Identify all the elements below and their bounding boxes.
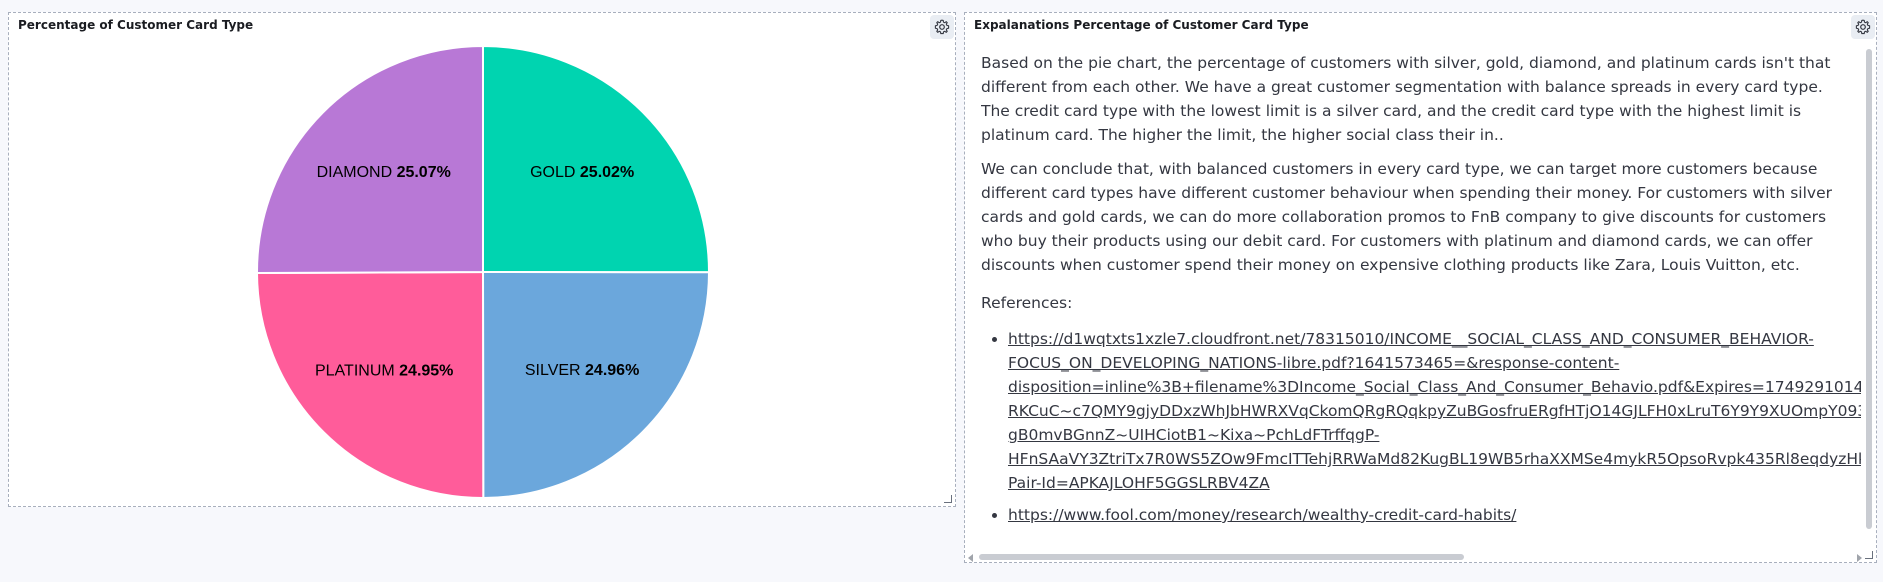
explanation-panel: Expalanations Percentage of Customer Car…: [964, 12, 1877, 563]
pie-label-percent: 25.07%: [397, 164, 451, 181]
reference-link-line: FOCUS_ON_DEVELOPING_NATIONS-libre.pdf?16…: [1008, 354, 1620, 372]
pie-chart: GOLD 25.02% SILVER 24.96% PLATINUM 24.95% D…: [255, 44, 711, 500]
pie-label-platinum: PLATINUM 24.95%: [315, 363, 453, 380]
pie-slice-platinum[interactable]: [255, 270, 485, 500]
pie-label-gold: GOLD 25.02%: [530, 164, 634, 181]
reference-link-line: https://d1wqtxts1xzle7.cloudfront.net/78…: [1008, 330, 1814, 348]
pie-chart-panel: Percentage of Customer Card Type GOLD 25…: [8, 12, 956, 507]
pie-label-name: PLATINUM: [315, 363, 399, 380]
reference-link-1[interactable]: https://d1wqtxts1xzle7.cloudfront.net/78…: [1008, 327, 1861, 495]
pie-label-percent: 25.02%: [580, 164, 634, 181]
horizontal-scrollbar[interactable]: [979, 554, 1464, 560]
reference-link-line: disposition=inline%3B+filename%3DIncome_…: [1008, 378, 1861, 396]
gear-icon: [1855, 19, 1871, 35]
pie-label-percent: 24.95%: [399, 363, 453, 380]
reference-link-line: RKCuC~c7QMY9gjyDDxzWhJbHWRXVqCkomQRgRQqk…: [1008, 402, 1861, 420]
pie-label-name: GOLD: [530, 164, 580, 181]
explanation-text: Based on the pie chart, the percentage o…: [981, 51, 1861, 546]
pie-label-silver: SILVER 24.96%: [525, 362, 639, 379]
references-heading: References:: [981, 294, 1073, 312]
reference-item-2: https://www.fool.com/money/research/weal…: [1008, 503, 1861, 527]
references-list: https://d1wqtxts1xzle7.cloudfront.net/78…: [981, 327, 1861, 527]
resize-handle[interactable]: [1865, 551, 1873, 559]
explanation-paragraph-1: Based on the pie chart, the percentage o…: [981, 54, 1831, 144]
reference-item-1: https://d1wqtxts1xzle7.cloudfront.net/78…: [1008, 327, 1861, 495]
reference-link-line: Pair-Id=APKAJLOHF5GGSLRBV4ZA: [1008, 474, 1270, 492]
panel-settings-button[interactable]: [1851, 15, 1875, 39]
pie-slice-gold[interactable]: [482, 44, 711, 274]
pie-slice-silver[interactable]: [481, 270, 711, 500]
pie-label-name: DIAMOND: [317, 164, 397, 181]
scroll-left-arrow-icon[interactable]: [968, 554, 973, 562]
pie-slice-diamond[interactable]: [256, 44, 484, 274]
reference-link-2[interactable]: https://www.fool.com/money/research/weal…: [1008, 506, 1516, 524]
panel-title: Expalanations Percentage of Customer Car…: [974, 18, 1309, 32]
resize-handle[interactable]: [944, 495, 952, 503]
pie-label-percent: 24.96%: [585, 362, 639, 379]
reference-link-line: HFnSAaVY3ZtriTx7R0WS5ZOw9FmcITTehjRRWaMd…: [1008, 450, 1861, 468]
explanation-paragraph-2: We can conclude that, with balanced cust…: [981, 160, 1833, 274]
pie-label-name: SILVER: [525, 362, 585, 379]
reference-link-line: gB0mvBGnnZ~UIHCiotB1~Kixa~PchLdFTrffqgP-: [1008, 426, 1380, 444]
vertical-scrollbar[interactable]: [1866, 49, 1872, 529]
pie-label-diamond: DIAMOND 25.07%: [317, 164, 451, 181]
scroll-right-arrow-icon[interactable]: [1857, 554, 1862, 562]
